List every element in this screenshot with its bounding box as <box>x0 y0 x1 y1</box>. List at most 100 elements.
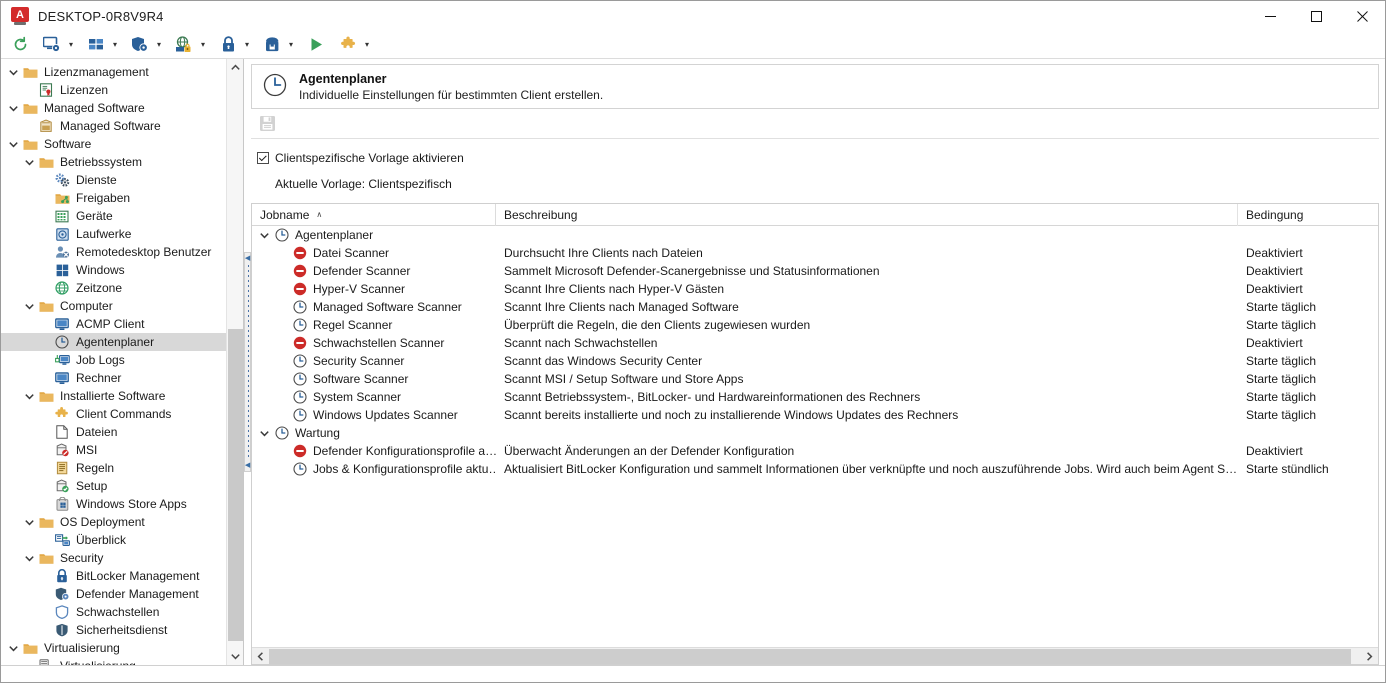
splitter-collapse-handle[interactable]: ◀ ◀ <box>244 252 251 472</box>
table-row[interactable]: Defender ScannerSammelt Microsoft Defend… <box>252 262 1378 280</box>
sidebar-item-setup[interactable]: Setup <box>1 477 226 495</box>
chevron-down-icon[interactable]: ▾ <box>285 34 297 56</box>
sidebar-item-virtualisierung[interactable]: Virtualisierung <box>1 657 226 665</box>
chevron-down-icon[interactable] <box>5 64 21 80</box>
sidebar-item-rechner[interactable]: Rechner <box>1 369 226 387</box>
sidebar-item-managed-software[interactable]: Managed Software <box>1 99 226 117</box>
sidebar-item-computer[interactable]: Computer <box>1 297 226 315</box>
sidebar-item-acmp-client[interactable]: ACMP Client <box>1 315 226 333</box>
sidebar-item-bitlocker-management[interactable]: BitLocker Management <box>1 567 226 585</box>
scroll-up-button[interactable] <box>227 59 244 76</box>
grid-group-row[interactable]: Wartung <box>252 424 1378 442</box>
sidebar-item-agentenplaner[interactable]: Agentenplaner <box>1 333 226 351</box>
collapse-arrow-top-icon[interactable]: ◀ <box>245 255 250 262</box>
table-row[interactable]: Windows Updates ScannerScannt bereits in… <box>252 406 1378 424</box>
scrollbar-thumb[interactable] <box>228 329 243 641</box>
sidebar-item-betriebssystem[interactable]: Betriebssystem <box>1 153 226 171</box>
sidebar-item-msi[interactable]: MSI <box>1 441 226 459</box>
chevron-down-icon[interactable]: ▾ <box>65 34 77 56</box>
toolbar-network-security[interactable]: ▾ <box>171 33 209 57</box>
chevron-down-icon[interactable] <box>5 100 21 116</box>
save-floppy-icon[interactable] <box>259 115 276 135</box>
toolbar-refresh[interactable] <box>7 33 33 57</box>
client-template-checkbox[interactable] <box>257 152 269 164</box>
hscroll-track[interactable] <box>269 648 1361 665</box>
minimize-button[interactable] <box>1247 1 1293 31</box>
maximize-button[interactable] <box>1293 1 1339 31</box>
sidebar-item-zeitzone[interactable]: Zeitzone <box>1 279 226 297</box>
sidebar-item-ger-te[interactable]: Geräte <box>1 207 226 225</box>
sidebar-item-remotedesktop-benutzer[interactable]: Remotedesktop Benutzer <box>1 243 226 261</box>
table-row[interactable]: System ScannerScannt Betriebssystem-, Bi… <box>252 388 1378 406</box>
sidebar-splitter[interactable]: ◀ ◀ <box>244 59 251 665</box>
collapse-arrow-bottom-icon[interactable]: ◀ <box>245 462 250 469</box>
sidebar-item-lizenzmanagement[interactable]: Lizenzmanagement <box>1 63 226 81</box>
table-row[interactable]: Hyper-V ScannerScannt Ihre Clients nach … <box>252 280 1378 298</box>
navigation-tree[interactable]: LizenzmanagementLizenzenManaged Software… <box>1 59 226 665</box>
column-header-beschreibung[interactable]: Beschreibung <box>496 204 1238 226</box>
table-row[interactable]: Jobs & Konfigurationsprofile aktu…Aktual… <box>252 460 1378 478</box>
table-row[interactable]: Software ScannerScannt MSI / Setup Softw… <box>252 370 1378 388</box>
sidebar-item-dienste[interactable]: Dienste <box>1 171 226 189</box>
toolbar-package-deploy[interactable]: ▾ <box>259 33 297 57</box>
sidebar-item-sicherheitsdienst[interactable]: Sicherheitsdienst <box>1 621 226 639</box>
toolbar-dashboard[interactable]: ▾ <box>83 33 121 57</box>
sidebar-item-managed-software[interactable]: Managed Software <box>1 117 226 135</box>
sidebar-item-windows-store-apps[interactable]: Windows Store Apps <box>1 495 226 513</box>
sidebar-item-dateien[interactable]: Dateien <box>1 423 226 441</box>
sidebar-item-schwachstellen[interactable]: Schwachstellen <box>1 603 226 621</box>
chevron-down-icon[interactable]: ▾ <box>241 34 253 56</box>
tree-spacer <box>37 604 53 620</box>
column-header-bedingung[interactable]: Bedingung <box>1238 204 1378 226</box>
chevron-down-icon[interactable]: ▾ <box>197 34 209 56</box>
sidebar-item-client-commands[interactable]: Client Commands <box>1 405 226 423</box>
toolbar-bitlocker[interactable]: ▾ <box>215 33 253 57</box>
sidebar-item-berblick[interactable]: Überblick <box>1 531 226 549</box>
scroll-down-button[interactable] <box>227 648 244 665</box>
chevron-down-icon[interactable] <box>21 514 37 530</box>
sidebar-item-defender-management[interactable]: Defender Management <box>1 585 226 603</box>
toolbar-client-settings[interactable]: ▾ <box>39 33 77 57</box>
sidebar-scrollbar[interactable] <box>226 59 243 665</box>
close-button[interactable] <box>1339 1 1385 31</box>
grid-group-row[interactable]: Agentenplaner <box>252 226 1378 244</box>
sidebar-item-windows[interactable]: Windows <box>1 261 226 279</box>
table-row[interactable]: Security ScannerScannt das Windows Secur… <box>252 352 1378 370</box>
sidebar-item-job-logs[interactable]: Job Logs <box>1 351 226 369</box>
table-row[interactable]: Regel ScannerÜberprüft die Regeln, die d… <box>252 316 1378 334</box>
chevron-down-icon[interactable] <box>256 430 272 437</box>
chevron-down-icon[interactable] <box>21 298 37 314</box>
grid-horizontal-scrollbar[interactable] <box>252 647 1378 664</box>
table-row[interactable]: Managed Software ScannerScannt Ihre Clie… <box>252 298 1378 316</box>
table-row[interactable]: Schwachstellen ScannerScannt nach Schwac… <box>252 334 1378 352</box>
toolbar-client-command[interactable]: ▾ <box>335 33 373 57</box>
chevron-down-icon[interactable]: ▾ <box>361 34 373 56</box>
chevron-down-icon[interactable] <box>5 136 21 152</box>
client-template-checkbox-row[interactable]: Clientspezifische Vorlage aktivieren <box>257 149 1379 167</box>
chevron-down-icon[interactable] <box>21 550 37 566</box>
column-header-jobname[interactable]: Jobname ∧ <box>252 204 496 226</box>
toolbar-run[interactable] <box>303 33 329 57</box>
chevron-down-icon[interactable]: ▾ <box>153 34 165 56</box>
sidebar-item-os-deployment[interactable]: OS Deployment <box>1 513 226 531</box>
sidebar-item-regeln[interactable]: Regeln <box>1 459 226 477</box>
toolbar-defender-settings[interactable]: ▾ <box>127 33 165 57</box>
table-row[interactable]: Datei ScannerDurchsucht Ihre Clients nac… <box>252 244 1378 262</box>
sidebar-item-security[interactable]: Security <box>1 549 226 567</box>
sidebar-item-software[interactable]: Software <box>1 135 226 153</box>
sidebar-item-freigaben[interactable]: Freigaben <box>1 189 226 207</box>
sidebar-item-installierte-software[interactable]: Installierte Software <box>1 387 226 405</box>
table-row[interactable]: Defender Konfigurationsprofile a…Überwac… <box>252 442 1378 460</box>
chevron-down-icon[interactable] <box>21 388 37 404</box>
sidebar-item-laufwerke[interactable]: Laufwerke <box>1 225 226 243</box>
grid-rows-container[interactable]: AgentenplanerDatei ScannerDurchsucht Ihr… <box>252 226 1378 647</box>
sidebar-item-virtualisierung[interactable]: Virtualisierung <box>1 639 226 657</box>
hscroll-right-button[interactable] <box>1361 648 1378 665</box>
chevron-down-icon[interactable] <box>5 640 21 656</box>
chevron-down-icon[interactable] <box>21 154 37 170</box>
chevron-down-icon[interactable]: ▾ <box>109 34 121 56</box>
sidebar-item-lizenzen[interactable]: Lizenzen <box>1 81 226 99</box>
hscroll-thumb[interactable] <box>269 649 1351 664</box>
chevron-down-icon[interactable] <box>256 232 272 239</box>
hscroll-left-button[interactable] <box>252 648 269 665</box>
